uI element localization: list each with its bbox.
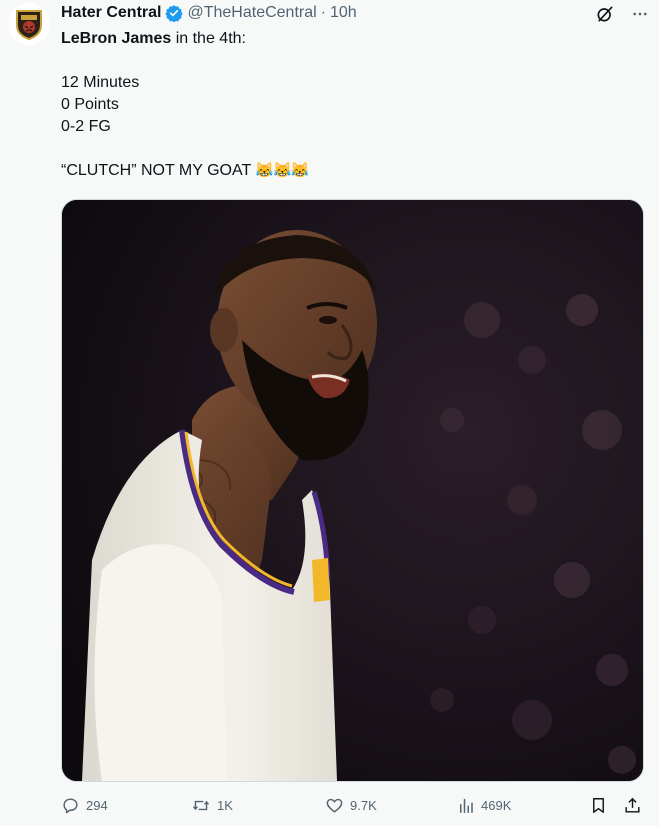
tweet-photo[interactable] [61,199,644,782]
repost-icon [192,800,210,810]
tweet-action-bar: 294 1K 9.7K 469K [61,794,651,816]
shield-logo-icon [16,10,42,41]
tweet-header: Hater Central @TheHateCentral · 10h [61,3,357,23]
tweet-line-1: LeBron James in the 4th: [61,28,641,50]
like-button[interactable]: 9.7K [325,794,377,816]
share-button[interactable] [623,794,642,816]
display-name[interactable]: Hater Central [61,4,161,22]
verified-badge-icon[interactable] [165,4,184,22]
avatar[interactable] [8,3,50,45]
reply-button[interactable]: 294 [61,794,108,816]
reply-icon [63,797,78,813]
handle[interactable]: @TheHateCentral [187,4,316,22]
basketball-player-photo [62,200,643,781]
stat-fg: 0-2 FG [61,118,111,135]
repost-button[interactable]: 1K [191,794,233,816]
heart-icon [326,798,343,813]
repost-count: 1K [217,797,233,813]
stat-points: 0 Points [61,96,119,113]
stat-minutes: 12 Minutes [61,74,140,91]
bookmark-icon [593,797,604,813]
separator-dot: · [320,4,326,21]
tweet-subject: LeBron James [61,30,172,47]
grok-icon[interactable] [595,4,615,29]
reply-count: 294 [86,797,108,813]
closing-text: “CLUTCH” NOT MY GOAT [61,162,251,179]
bookmark-button[interactable] [589,794,608,816]
laughing-cat-emoji: 😹😹😹 [255,162,309,179]
tweet-closing-line: “CLUTCH” NOT MY GOAT 😹😹😹 [61,160,641,182]
like-count: 9.7K [350,797,377,813]
timestamp[interactable]: 10h [330,4,357,22]
views-chart-icon [460,798,473,813]
views-count: 469K [481,797,512,813]
tweet-text: LeBron James in the 4th: 12 Minutes 0 Po… [61,28,641,182]
more-options-icon[interactable] [631,5,649,28]
share-icon [625,797,640,813]
top-actions [595,4,649,29]
tweet-line-1-rest: in the 4th: [171,30,246,47]
views-button[interactable]: 469K [457,794,511,816]
